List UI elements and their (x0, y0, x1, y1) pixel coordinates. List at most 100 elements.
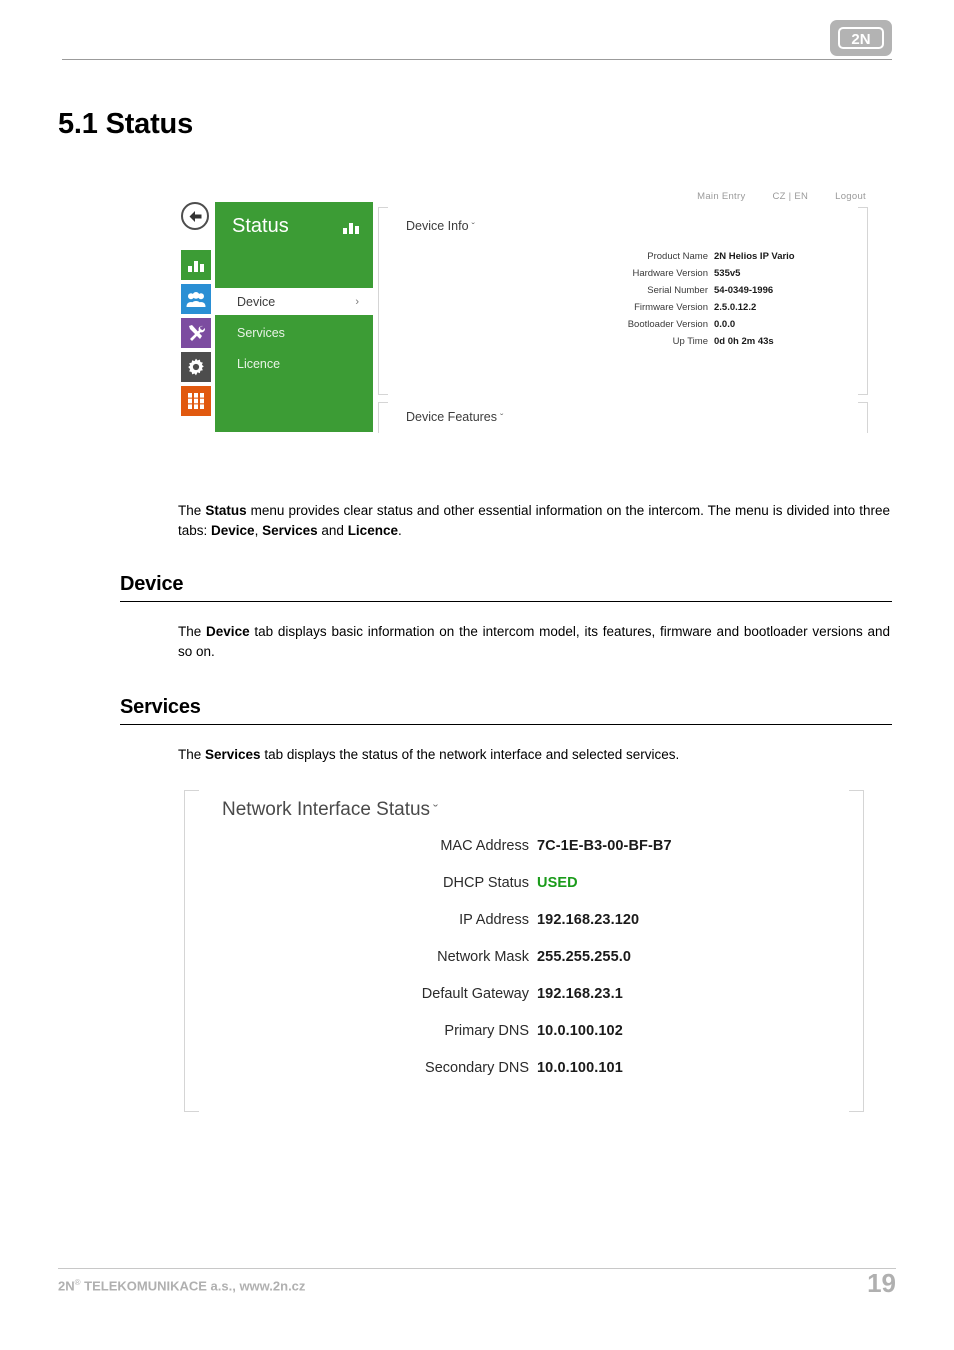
menu-item-device[interactable]: Device › (215, 288, 373, 315)
panel-corner (184, 790, 199, 805)
text-bold-device: Device (211, 522, 255, 538)
directory-users-icon[interactable] (181, 284, 211, 314)
table-row: Serial Number 54-0349-1996 (378, 285, 852, 296)
row-label: IP Address (459, 912, 529, 928)
page-title: 5.1 Status (58, 108, 193, 140)
footer-divider (58, 1268, 896, 1269)
row-label: Hardware Version (632, 268, 708, 279)
table-row: MAC Address 7C-1E-B3-00-BF-B7 (184, 838, 864, 875)
text-bold-device: Device (206, 624, 250, 639)
applications-grid-icon[interactable] (181, 386, 211, 416)
row-value: 535v5 (714, 268, 741, 279)
text-fragment: and (317, 522, 348, 538)
row-label: Serial Number (647, 285, 708, 296)
row-value: 10.0.100.101 (537, 1060, 623, 1076)
row-value: 7C-1E-B3-00-BF-B7 (537, 838, 672, 854)
row-label: Up Time (672, 336, 708, 347)
row-label: DHCP Status (443, 875, 529, 891)
row-value: 0.0.0 (714, 319, 736, 330)
panel-edge (867, 207, 868, 395)
panel-corner (849, 790, 864, 805)
network-status-title[interactable]: Network Interface Status ˇ (222, 799, 438, 821)
panel-corner (849, 1097, 864, 1112)
row-value: 54-0349-1996 (714, 285, 774, 296)
device-features-title-text: Device Features (406, 410, 498, 424)
device-info-title-text: Device Info (406, 219, 469, 233)
nav-main-entry[interactable]: Main Entry (697, 191, 745, 202)
device-info-title[interactable]: Device Info ˇ (406, 219, 475, 233)
panel-edge (867, 402, 868, 433)
row-value: 0d 0h 2m 43s (714, 336, 774, 347)
brand-logo-2n: 2N (830, 20, 892, 56)
footer-company: 2N® TELEKOMUNIKACE a.s., www.2n.cz (58, 1278, 305, 1293)
services-paragraph: The Services tab displays the status of … (178, 745, 890, 765)
table-row: Secondary DNS 10.0.100.101 (184, 1060, 864, 1097)
menu-item-services-label: Services (237, 325, 285, 340)
screenshot-status-device: Main Entry CZ | EN Logout Status Device … (178, 183, 878, 433)
chevron-down-icon: ˇ (433, 802, 439, 819)
text-fragment: tab displays basic information on the in… (178, 624, 890, 659)
table-row: Default Gateway 192.168.23.1 (184, 986, 864, 1023)
menu-item-services[interactable]: Services (215, 319, 373, 346)
row-value: 2N Helios IP Vario (714, 251, 795, 262)
row-label: Network Mask (437, 949, 529, 965)
page-header: 2N (0, 0, 954, 70)
section-heading-device: Device (120, 573, 892, 602)
screenshot-topnav: Main Entry CZ | EN Logout (673, 191, 866, 202)
svg-text:2N: 2N (851, 31, 870, 48)
screenshot-icon-rail (181, 250, 211, 420)
row-value: 192.168.23.1 (537, 986, 623, 1002)
device-features-title[interactable]: Device Features ˇ (406, 410, 503, 424)
text-fragment: . (397, 522, 402, 538)
chevron-down-icon: ˇ (471, 222, 475, 233)
text-fragment: tab displays the status of the network i… (260, 747, 680, 762)
status-bar-chart-icon[interactable] (181, 250, 211, 280)
row-value: 10.0.100.102 (537, 1023, 623, 1039)
panel-corner (378, 207, 388, 217)
system-gear-icon[interactable] (181, 352, 211, 382)
row-value: 255.255.255.0 (537, 949, 632, 965)
menu-item-device-label: Device (237, 294, 276, 309)
text-bold-status: Status (205, 503, 247, 518)
table-row: Primary DNS 10.0.100.102 (184, 1023, 864, 1060)
panel-corner (378, 385, 388, 395)
status-menu-panel: Status Device › Services Licence (215, 202, 373, 432)
row-label: Firmware Version (634, 302, 708, 313)
device-info-table: Product Name 2N Helios IP Vario Hardware… (378, 251, 852, 353)
table-row: Firmware Version 2.5.0.12.2 (378, 302, 852, 313)
nav-language-switch[interactable]: CZ | EN (772, 191, 808, 202)
header-divider (62, 59, 892, 60)
table-row: IP Address 192.168.23.120 (184, 912, 864, 949)
row-value: 2.5.0.12.2 (714, 302, 757, 313)
text-fragment: The (178, 624, 207, 639)
nav-logout[interactable]: Logout (835, 191, 866, 202)
text-bold-services: Services (205, 747, 261, 762)
section-heading-services: Services (120, 696, 892, 725)
menu-item-licence-label: Licence (237, 356, 281, 371)
row-label: Primary DNS (444, 1023, 529, 1039)
table-row: DHCP Status USED (184, 875, 864, 912)
hardware-tools-icon[interactable] (181, 318, 211, 348)
row-label: Secondary DNS (425, 1060, 529, 1076)
row-value: 192.168.23.120 (537, 912, 640, 928)
device-paragraph: The Device tab displays basic informatio… (178, 622, 890, 661)
screenshot-network-interface-status: Network Interface Status ˇ MAC Address 7C… (184, 790, 864, 1112)
row-value-status: USED (537, 875, 578, 891)
table-row: Bootloader Version 0.0.0 (378, 319, 852, 330)
bar-chart-icon (343, 220, 359, 239)
panel-corner (378, 402, 388, 412)
table-row: Up Time 0d 0h 2m 43s (378, 336, 852, 347)
text-fragment: The (178, 503, 206, 518)
menu-item-licence[interactable]: Licence (215, 350, 373, 377)
table-row: Network Mask 255.255.255.0 (184, 949, 864, 986)
back-arrow-icon[interactable] (181, 202, 209, 230)
page-number: 19 (867, 1268, 896, 1298)
intro-paragraph: The Status menu provides clear status an… (178, 501, 890, 540)
row-label: Default Gateway (421, 986, 529, 1002)
row-label: MAC Address (440, 838, 529, 854)
table-row: Product Name 2N Helios IP Vario (378, 251, 852, 262)
panel-corner (184, 1097, 199, 1112)
table-row: Hardware Version 535v5 (378, 268, 852, 279)
row-label: Bootloader Version (627, 319, 708, 330)
device-info-panel: Device Info ˇ Product Name 2N Helios IP V… (378, 207, 868, 395)
